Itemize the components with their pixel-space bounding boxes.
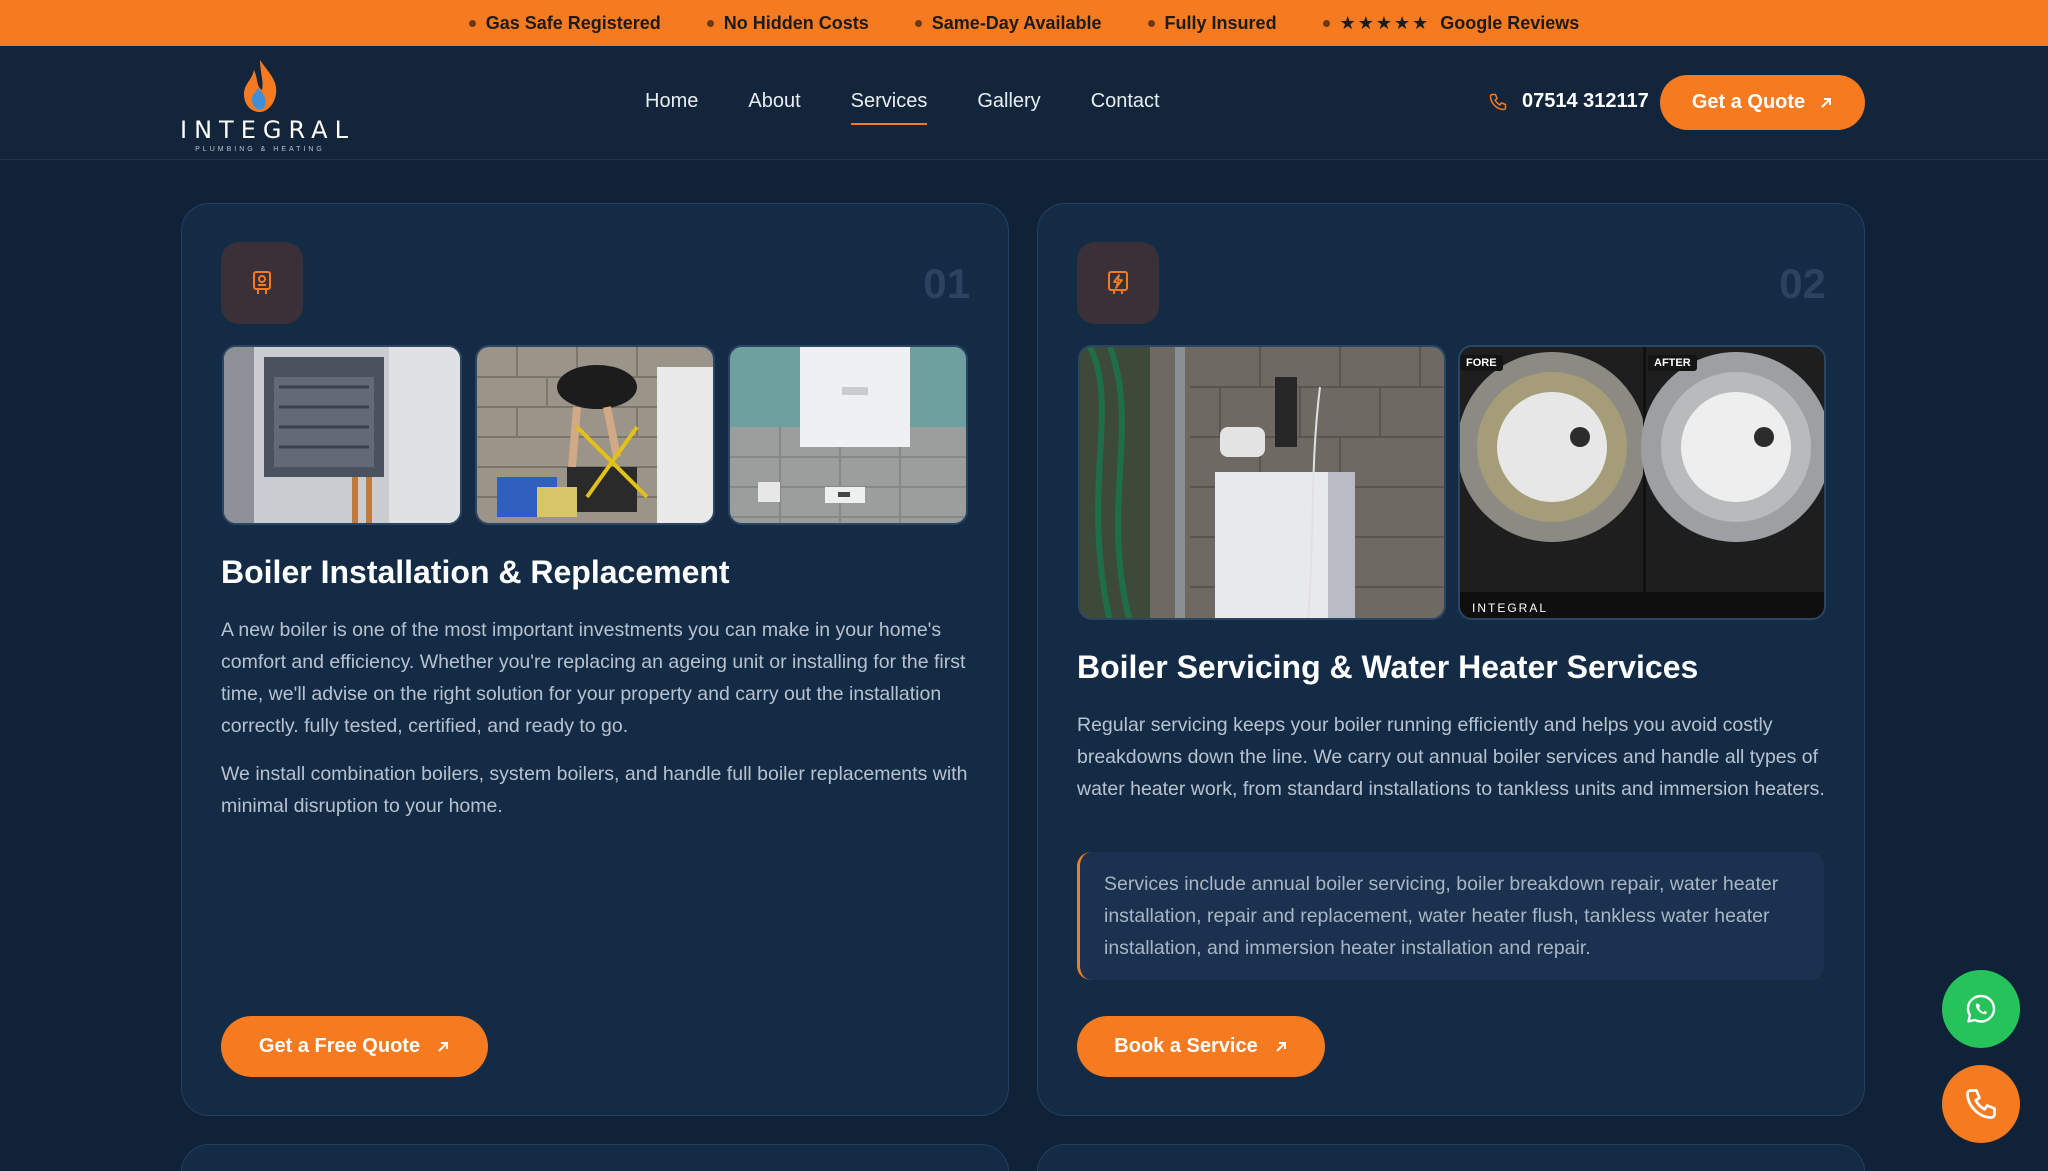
service-card-boiler-servicing: 02 INTEGRAL FORE AFTER Boiler Servicing … [1037, 203, 1865, 1116]
whatsapp-button[interactable] [1942, 970, 2020, 1048]
photo-installed-boiler[interactable] [728, 345, 968, 525]
card-number: 01 [923, 260, 970, 307]
nav-services[interactable]: Services [850, 90, 927, 125]
bullet-dot [706, 19, 714, 27]
next-service-card-peek [1037, 1144, 1865, 1171]
phone-number: 07514 312117 [1522, 90, 1649, 112]
logo-tagline: PLUMBING & HEATING [195, 146, 325, 153]
bullet-dot [914, 19, 922, 27]
bullet-dot [1322, 19, 1330, 27]
card-description-secondary: We install combination boilers, system b… [221, 763, 968, 817]
photo-engineer-working[interactable] [475, 345, 715, 525]
photo-before-after-heat-exchanger[interactable]: INTEGRAL FORE AFTER [1458, 345, 1826, 620]
services-included-note: Services include annual boiler servicing… [1077, 852, 1824, 980]
main-nav: Home About Services Gallery Contact [645, 90, 1160, 125]
bullet-dot [468, 19, 476, 27]
logo-wordmark: INTEGRAL [180, 116, 355, 144]
after-label: AFTER [1648, 355, 1697, 371]
card-title: Boiler Servicing & Water Heater Services [1077, 649, 1699, 685]
card-title: Boiler Installation & Replacement [221, 554, 730, 590]
nav-home[interactable]: Home [645, 90, 698, 113]
get-a-quote-button[interactable]: Get a Quote [1660, 75, 1865, 130]
get-free-quote-button[interactable]: Get a Free Quote [221, 1016, 488, 1077]
nav-about[interactable]: About [748, 90, 800, 113]
svg-text:INTEGRAL: INTEGRAL [1472, 601, 1548, 615]
topbar-item-same-day: Same-Day Available [914, 13, 1102, 34]
photo-boiler-interior[interactable] [222, 345, 462, 525]
before-label: FORE [1460, 355, 1503, 371]
call-button[interactable] [1942, 1065, 2020, 1143]
card-number: 02 [1779, 260, 1826, 307]
lightning-icon [1108, 271, 1128, 294]
book-a-service-button[interactable]: Book a Service [1077, 1016, 1325, 1077]
top-info-bar: Gas Safe Registered No Hidden Costs Same… [0, 0, 2048, 46]
boiler-icon [253, 271, 271, 294]
bullet-dot [1147, 19, 1155, 27]
integral-logo[interactable]: INTEGRAL PLUMBING & HEATING [180, 58, 355, 153]
photo-boiler-on-wall[interactable] [1078, 345, 1446, 620]
next-service-card-peek [181, 1144, 1009, 1171]
phone-icon [1489, 93, 1507, 110]
nav-contact[interactable]: Contact [1091, 90, 1160, 113]
topbar-item-gas-safe: Gas Safe Registered [468, 13, 661, 34]
whatsapp-icon [1966, 994, 1996, 1023]
topbar-item-google-reviews[interactable]: ★★★★★ Google Reviews [1322, 12, 1579, 34]
header-phone-link[interactable]: 07514 312117 [1488, 90, 1649, 113]
flame-logo-icon [244, 60, 277, 112]
phone-icon [1966, 1089, 1996, 1119]
card-icon-badge [1077, 242, 1159, 324]
topbar-item-no-hidden-costs: No Hidden Costs [706, 13, 869, 34]
service-card-boiler-installation: 01 Boiler Installation & Replacement A n… [181, 203, 1009, 1116]
star-rating-icon: ★★★★★ [1339, 12, 1431, 33]
arrow-up-right-icon [1275, 1041, 1286, 1052]
arrow-up-right-icon [438, 1041, 449, 1052]
site-header: INTEGRAL PLUMBING & HEATING Home About S… [0, 46, 2048, 160]
card-icon-badge [221, 242, 303, 324]
arrow-up-right-icon [1821, 97, 1832, 108]
nav-gallery[interactable]: Gallery [977, 90, 1040, 113]
topbar-item-fully-insured: Fully Insured [1147, 13, 1277, 34]
card-description: Regular servicing keeps your boiler runn… [1077, 714, 1825, 800]
card-description: A new boiler is one of the most importan… [221, 619, 966, 737]
